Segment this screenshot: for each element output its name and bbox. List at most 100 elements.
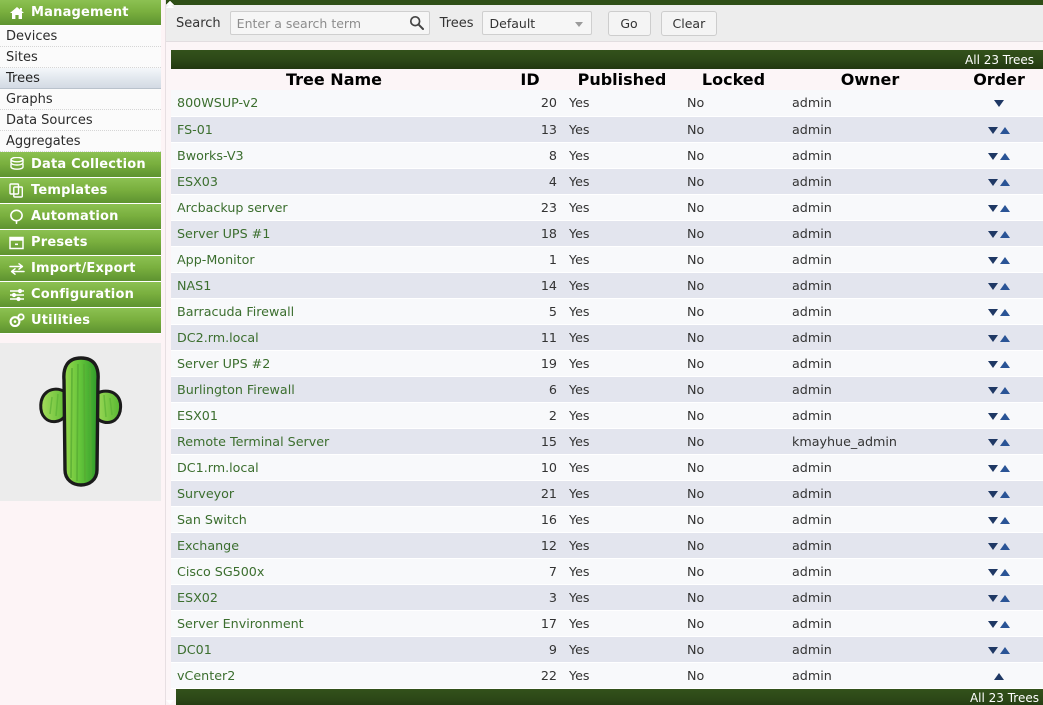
sidebar-item-devices[interactable]: Devices bbox=[0, 26, 161, 47]
table-row[interactable]: Cisco SG500x 7 Yes No admin bbox=[171, 558, 1043, 585]
table-row[interactable]: Surveyor 21 Yes No admin bbox=[171, 480, 1043, 507]
sidebar-section-data-collection[interactable]: Data Collection bbox=[0, 152, 161, 178]
order-controls[interactable] bbox=[988, 644, 1011, 656]
order-controls[interactable] bbox=[988, 358, 1011, 370]
order-controls[interactable] bbox=[988, 332, 1011, 344]
move-up-icon[interactable] bbox=[1000, 204, 1011, 212]
order-controls[interactable] bbox=[994, 98, 1005, 110]
move-up-icon[interactable] bbox=[1000, 516, 1011, 524]
move-up-icon[interactable] bbox=[1000, 126, 1011, 134]
sidebar-item-graphs[interactable]: Graphs bbox=[0, 89, 161, 110]
order-controls[interactable] bbox=[994, 670, 1005, 682]
move-up-icon[interactable] bbox=[1000, 594, 1011, 602]
tree-name-link[interactable]: 800WSUP-v2 bbox=[177, 95, 258, 110]
table-row[interactable]: San Switch 16 Yes No admin bbox=[171, 506, 1043, 533]
table-row[interactable]: DC2.rm.local 11 Yes No admin bbox=[171, 324, 1043, 351]
order-controls[interactable] bbox=[988, 202, 1011, 214]
table-row[interactable]: Server UPS #1 18 Yes No admin bbox=[171, 220, 1043, 247]
sidebar-section-automation[interactable]: Automation bbox=[0, 204, 161, 230]
move-up-icon[interactable] bbox=[1000, 412, 1011, 420]
tree-name-link[interactable]: Cisco SG500x bbox=[177, 564, 264, 579]
move-up-icon[interactable] bbox=[1000, 178, 1011, 186]
move-up-icon[interactable] bbox=[994, 672, 1005, 680]
move-up-icon[interactable] bbox=[1000, 230, 1011, 238]
move-down-icon[interactable] bbox=[988, 360, 999, 368]
tree-name-link[interactable]: Server UPS #1 bbox=[177, 226, 270, 241]
order-controls[interactable] bbox=[988, 176, 1011, 188]
move-up-icon[interactable] bbox=[1000, 646, 1011, 654]
column-header-published[interactable]: Published bbox=[166, 1, 681, 704]
table-row[interactable]: Barracuda Firewall 5 Yes No admin bbox=[171, 298, 1043, 325]
sidebar-item-sites[interactable]: Sites bbox=[0, 47, 161, 68]
tree-name-link[interactable]: Surveyor bbox=[177, 486, 234, 501]
tree-name-link[interactable]: App-Monitor bbox=[177, 252, 255, 267]
tree-name-link[interactable]: San Switch bbox=[177, 512, 247, 527]
move-down-icon[interactable] bbox=[988, 646, 999, 654]
column-header-order[interactable]: Order bbox=[166, 4, 1043, 90]
column-header-locked[interactable]: Locked bbox=[166, 1, 786, 704]
move-up-icon[interactable] bbox=[1000, 542, 1011, 550]
move-down-icon[interactable] bbox=[988, 126, 999, 134]
move-down-icon[interactable] bbox=[988, 204, 999, 212]
tree-name-link[interactable]: DC1.rm.local bbox=[177, 460, 259, 475]
tree-name-link[interactable]: Burlington Firewall bbox=[177, 382, 295, 397]
tree-name-link[interactable]: Remote Terminal Server bbox=[177, 434, 329, 449]
table-row[interactable]: DC1.rm.local 10 Yes No admin bbox=[171, 454, 1043, 481]
order-controls[interactable] bbox=[988, 384, 1011, 396]
move-down-icon[interactable] bbox=[988, 230, 999, 238]
order-controls[interactable] bbox=[988, 228, 1011, 240]
order-controls[interactable] bbox=[988, 488, 1011, 500]
sidebar-item-trees[interactable]: Trees bbox=[0, 68, 161, 89]
table-row[interactable]: FS-01 13 Yes No admin bbox=[171, 116, 1043, 143]
move-up-icon[interactable] bbox=[1000, 490, 1011, 498]
order-controls[interactable] bbox=[988, 618, 1011, 630]
table-row[interactable]: Exchange 12 Yes No admin bbox=[171, 532, 1043, 559]
move-up-icon[interactable] bbox=[1000, 282, 1011, 290]
order-controls[interactable] bbox=[988, 462, 1011, 474]
order-controls[interactable] bbox=[988, 150, 1011, 162]
tree-name-link[interactable]: DC2.rm.local bbox=[177, 330, 259, 345]
move-down-icon[interactable] bbox=[988, 542, 999, 550]
table-row[interactable]: Arcbackup server 23 Yes No admin bbox=[171, 194, 1043, 221]
tree-name-link[interactable]: ESX02 bbox=[177, 590, 218, 605]
table-row[interactable]: ESX02 3 Yes No admin bbox=[171, 584, 1043, 611]
order-controls[interactable] bbox=[988, 254, 1011, 266]
clear-button[interactable]: Clear bbox=[660, 10, 718, 36]
move-down-icon[interactable] bbox=[988, 178, 999, 186]
move-down-icon[interactable] bbox=[988, 282, 999, 290]
move-up-icon[interactable] bbox=[1000, 464, 1011, 472]
order-controls[interactable] bbox=[988, 410, 1011, 422]
order-controls[interactable] bbox=[988, 436, 1011, 448]
sidebar-section-import-export[interactable]: Import/Export bbox=[0, 256, 161, 282]
sidebar-item-aggregates[interactable]: Aggregates bbox=[0, 131, 161, 152]
move-down-icon[interactable] bbox=[988, 620, 999, 628]
table-row[interactable]: Server Environment 17 Yes No admin bbox=[171, 610, 1043, 637]
tree-name-link[interactable]: FS-01 bbox=[177, 122, 213, 137]
column-header-tree-name[interactable]: Tree Name bbox=[166, 1, 497, 704]
move-up-icon[interactable] bbox=[1000, 152, 1011, 160]
trees-filter-select[interactable]: Default bbox=[481, 11, 592, 35]
move-up-icon[interactable] bbox=[1000, 256, 1011, 264]
move-down-icon[interactable] bbox=[988, 308, 999, 316]
column-header-id[interactable]: ID bbox=[166, 1, 563, 704]
move-down-icon[interactable] bbox=[988, 438, 999, 446]
table-row[interactable]: App-Monitor 1 Yes No admin bbox=[171, 246, 1043, 273]
move-up-icon[interactable] bbox=[1000, 334, 1011, 342]
table-row[interactable]: Bworks-V3 8 Yes No admin bbox=[171, 142, 1043, 169]
tree-name-link[interactable]: Server UPS #2 bbox=[177, 356, 270, 371]
move-up-icon[interactable] bbox=[1000, 620, 1011, 628]
tree-name-link[interactable]: Exchange bbox=[177, 538, 239, 553]
tree-name-link[interactable]: Barracuda Firewall bbox=[177, 304, 294, 319]
order-controls[interactable] bbox=[988, 124, 1011, 136]
table-row[interactable]: Server UPS #2 19 Yes No admin bbox=[171, 350, 1043, 377]
tree-name-link[interactable]: NAS1 bbox=[177, 278, 211, 293]
sidebar-section-utilities[interactable]: Utilities bbox=[0, 308, 161, 334]
move-down-icon[interactable] bbox=[988, 386, 999, 394]
go-button[interactable]: Go bbox=[607, 10, 651, 36]
order-controls[interactable] bbox=[988, 306, 1011, 318]
table-row[interactable]: Remote Terminal Server 15 Yes No kmayhue_adm… bbox=[171, 428, 1043, 455]
table-row[interactable]: DC01 9 Yes No admin bbox=[171, 636, 1043, 663]
table-row[interactable]: 800WSUP-v2 20 Yes No admin bbox=[171, 90, 1043, 117]
order-controls[interactable] bbox=[988, 592, 1011, 604]
move-down-icon[interactable] bbox=[988, 516, 999, 524]
